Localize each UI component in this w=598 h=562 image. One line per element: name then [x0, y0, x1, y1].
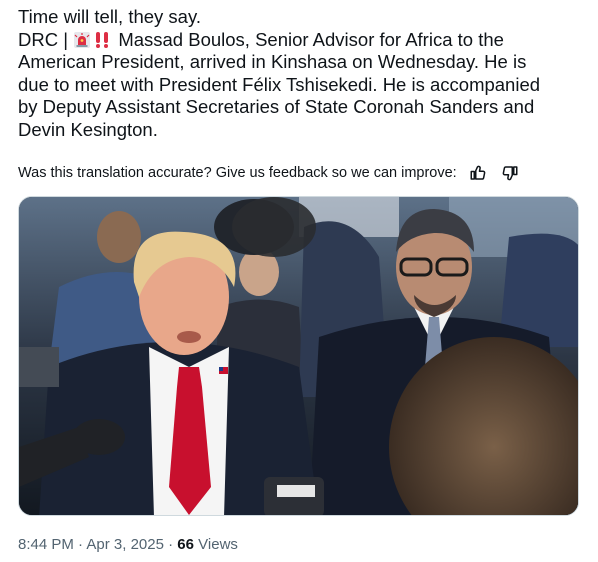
- tweet-line-4: due to meet with President Félix Tshisek…: [18, 73, 541, 95]
- feedback-prompt: Was this translation accurate? Give us f…: [18, 165, 457, 181]
- meta-separator: ·: [78, 536, 84, 553]
- tweet-timestamp[interactable]: 8:44 PM · Apr 3, 2025: [18, 536, 164, 553]
- meta-separator-2: ·: [168, 536, 174, 553]
- translation-feedback: Was this translation accurate? Give us f…: [18, 163, 521, 183]
- tweet-photo[interactable]: [18, 196, 579, 516]
- tweet-prefix: DRC |: [18, 28, 69, 50]
- tweet-meta: 8:44 PM · Apr 3, 2025 · 66 Views: [18, 536, 238, 553]
- thumbs-down-icon: [502, 166, 518, 181]
- views-count: 66: [177, 536, 194, 553]
- police-light-icon: [74, 31, 91, 48]
- tweet-line-3: American President, arrived in Kinshasa …: [18, 51, 527, 72]
- tweet-line-2-text: Massad Boulos, Senior Advisor for Africa…: [118, 28, 504, 50]
- tweet-line-5: by Deputy Assistant Secretaries of State…: [18, 96, 535, 117]
- thumbs-up-button[interactable]: [467, 163, 489, 183]
- tweet-line-6: Devin Kesington.: [18, 118, 158, 140]
- tweet-time: 8:44 PM: [18, 536, 74, 553]
- tweet-line-1: Time will tell, they say.: [18, 6, 201, 27]
- photo-scene: [19, 197, 578, 515]
- tweet-date: Apr 3, 2025: [86, 536, 164, 553]
- thumbs-down-button[interactable]: [499, 163, 521, 183]
- double-exclamation-icon: [96, 31, 109, 48]
- tweet-text: Time will tell, they say. DRC | Massad B…: [18, 6, 588, 141]
- thumbs-up-icon: [470, 165, 486, 180]
- views-label: Views: [198, 536, 238, 553]
- tweet-line-2: DRC | Massad Boulos, Senior Advisor for …: [18, 29, 588, 52]
